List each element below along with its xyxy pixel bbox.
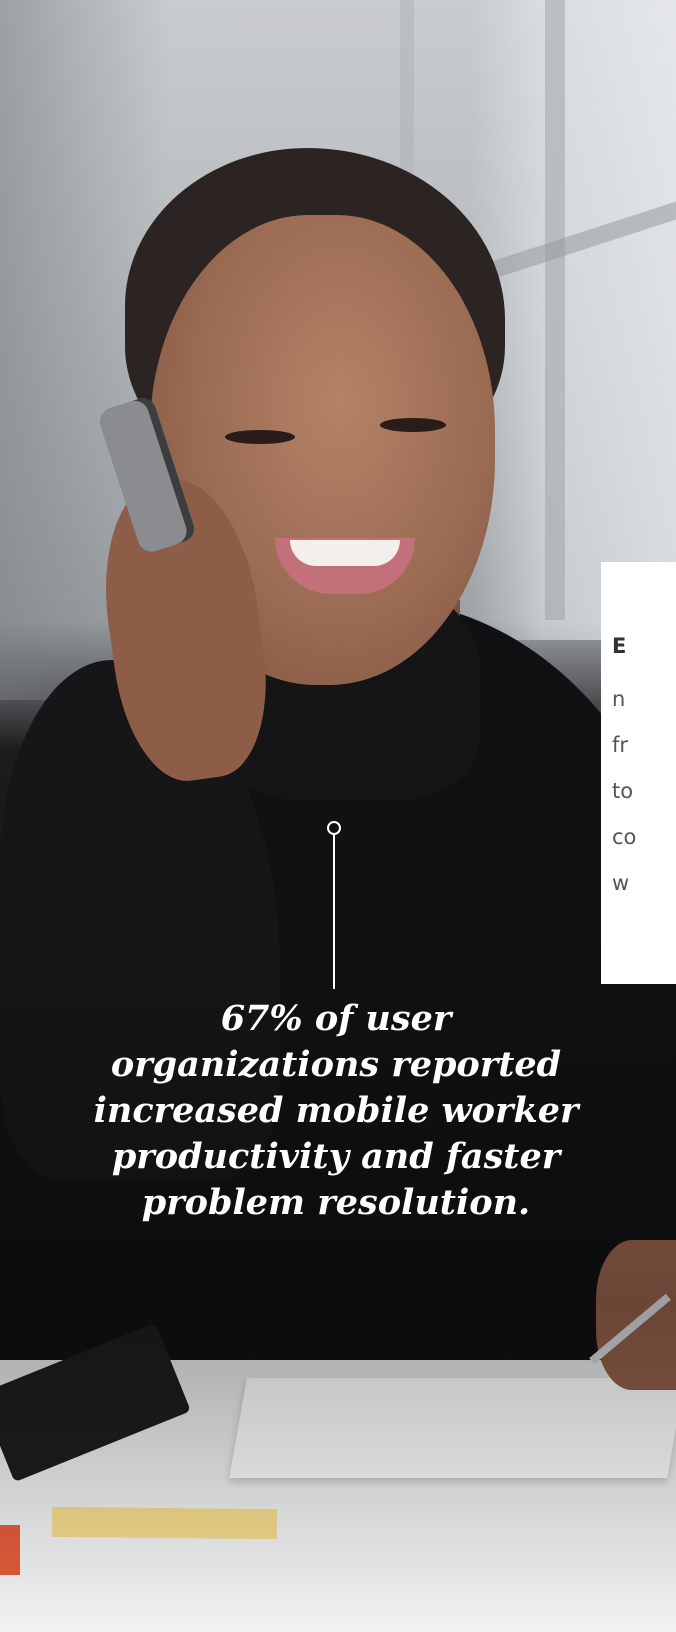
- side-card-line: co: [612, 825, 637, 849]
- side-card-line: to: [612, 779, 634, 803]
- photo-vignette: [0, 0, 676, 1632]
- stat-callout-text: 67% of user organizations reported incre…: [93, 998, 579, 1223]
- side-card-line: w: [612, 871, 630, 895]
- side-card: E n fr to co w: [601, 562, 676, 984]
- side-card-heading: E: [612, 634, 628, 658]
- callout-line: [333, 835, 335, 989]
- side-card-content: E n fr to co w: [612, 634, 676, 906]
- hero-photo: [0, 0, 676, 1632]
- callout-pin-icon: [327, 821, 341, 835]
- side-card-line: fr: [612, 733, 629, 757]
- side-card-line: n: [612, 687, 626, 711]
